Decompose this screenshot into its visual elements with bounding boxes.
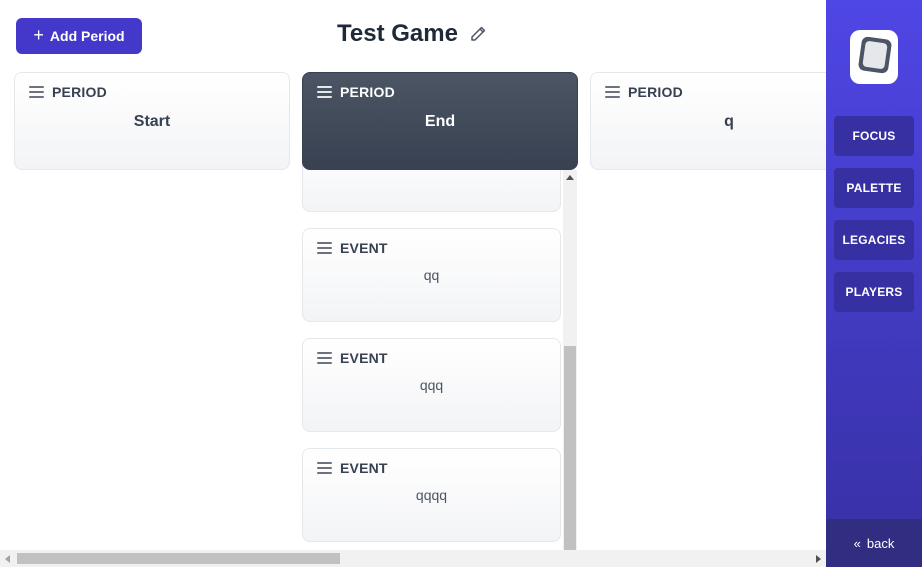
drag-handle-icon[interactable] xyxy=(317,352,332,364)
edit-pencil-icon[interactable] xyxy=(468,24,488,44)
sidebar-item-legacies[interactable]: LEGACIES xyxy=(834,220,914,260)
period-card[interactable]: PERIOD q xyxy=(590,72,826,170)
event-name: qqqq xyxy=(415,487,448,503)
horizontal-scrollbar[interactable] xyxy=(0,550,826,567)
event-name: qq xyxy=(423,267,440,283)
game-title-area: Test Game xyxy=(337,20,488,48)
back-button[interactable]: « back xyxy=(826,519,922,567)
scroll-right-arrow-icon[interactable] xyxy=(816,555,821,563)
period-card[interactable]: PERIOD Start xyxy=(14,72,290,170)
event-card[interactable]: EVENT qq xyxy=(302,228,561,322)
scroll-left-arrow-icon[interactable] xyxy=(5,555,10,563)
event-card[interactable]: EVENT qqq xyxy=(302,338,561,432)
app-logo-icon xyxy=(850,30,898,84)
sidebar: FOCUS PALETTE LEGACIES PLAYERS « back xyxy=(826,0,922,567)
period-label: PERIOD xyxy=(628,84,683,100)
drag-handle-icon[interactable] xyxy=(317,86,332,98)
events-scrollbar[interactable] xyxy=(563,170,577,550)
sidebar-item-palette[interactable]: PALETTE xyxy=(834,168,914,208)
scroll-up-arrow-icon[interactable] xyxy=(566,175,574,180)
back-label: back xyxy=(866,535,895,551)
event-label: EVENT xyxy=(340,460,388,476)
drag-handle-icon[interactable] xyxy=(605,86,620,98)
drag-handle-icon[interactable] xyxy=(317,462,332,474)
event-label: EVENT xyxy=(340,240,388,256)
period-name: Start xyxy=(133,113,171,130)
period-label: PERIOD xyxy=(52,84,107,100)
sidebar-item-focus[interactable]: FOCUS xyxy=(834,116,914,156)
period-card-selected[interactable]: PERIOD End xyxy=(302,72,578,170)
period-name: q xyxy=(724,113,734,130)
add-period-button[interactable]: + Add Period xyxy=(16,18,142,54)
event-card[interactable]: EVENT qqqq xyxy=(302,448,561,542)
drag-handle-icon[interactable] xyxy=(317,242,332,254)
event-label: EVENT xyxy=(340,350,388,366)
period-label: PERIOD xyxy=(340,84,395,100)
double-chevron-left-icon: « xyxy=(853,535,861,551)
drag-handle-icon[interactable] xyxy=(29,86,44,98)
sidebar-item-players[interactable]: PLAYERS xyxy=(834,272,914,312)
main-area: + Add Period Test Game EVENT qq EVENT qq… xyxy=(0,0,826,567)
plus-icon: + xyxy=(33,25,44,45)
period-name: End xyxy=(424,113,456,130)
add-period-label: Add Period xyxy=(49,28,125,44)
event-name: qqq xyxy=(419,377,444,393)
page-title: Test Game xyxy=(337,20,458,47)
scrollbar-thumb[interactable] xyxy=(564,346,576,550)
scrollbar-thumb[interactable] xyxy=(17,553,340,564)
